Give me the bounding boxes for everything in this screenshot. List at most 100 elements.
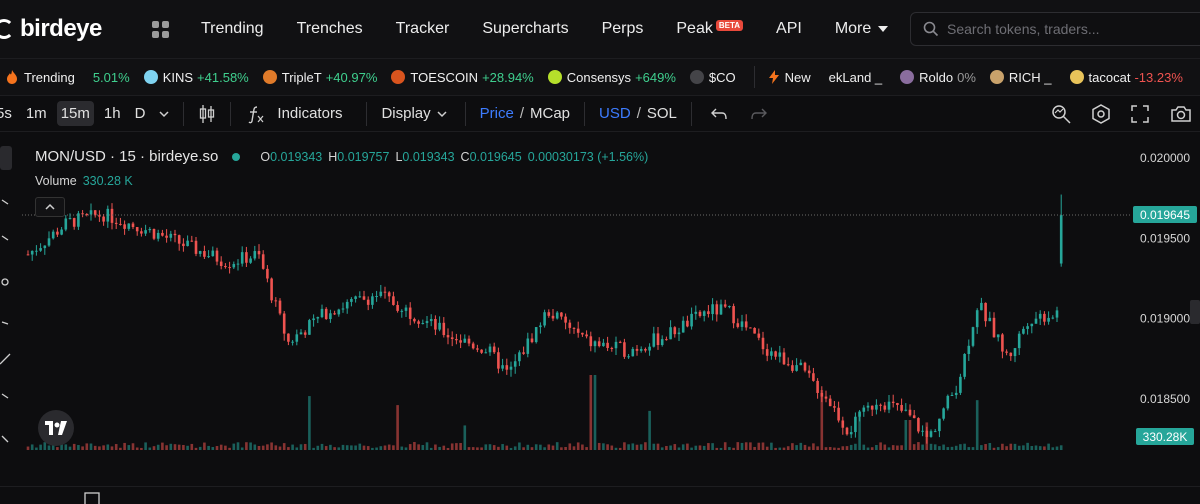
sol-option[interactable]: SOL — [647, 105, 677, 122]
undo-icon — [710, 108, 727, 119]
candle-body — [858, 411, 861, 417]
volume-bar — [631, 443, 635, 450]
volume-bar — [900, 445, 903, 450]
candle-body — [728, 306, 731, 308]
ticker-item[interactable]: $CO — [689, 70, 740, 85]
calendar-icon[interactable] — [84, 491, 100, 504]
volume-bar — [270, 442, 273, 450]
candle-body — [471, 343, 475, 349]
right-scroll-handle — [1190, 300, 1200, 324]
ohlc-open: O0.019343 — [260, 149, 323, 164]
redo-icon — [751, 108, 767, 119]
candle-body — [362, 296, 366, 300]
birdeye-logo[interactable]: birdeye — [0, 15, 144, 43]
screenshot-button[interactable] — [1170, 96, 1192, 132]
ticker-item[interactable]: RICH _ — [989, 70, 1056, 85]
candle-body — [89, 210, 93, 215]
candle-style-button[interactable] — [198, 104, 216, 124]
settings-button[interactable] — [1090, 96, 1112, 132]
volume-bar — [366, 446, 370, 450]
price-tick-label: 0.020000 — [1140, 151, 1190, 165]
timeframe-1m[interactable]: 1m — [26, 105, 47, 122]
timeframe-dropdown[interactable] — [159, 110, 169, 118]
volume-bar — [627, 444, 630, 450]
symbol-title[interactable]: MON/USD · 15 · birdeye.so — [35, 148, 218, 165]
volume-bar — [782, 447, 786, 450]
zoom-tool-button[interactable] — [1050, 96, 1072, 132]
volume-bar — [459, 442, 462, 450]
display-button[interactable]: Display — [381, 105, 447, 122]
candle-body — [354, 296, 357, 299]
candle-body — [442, 322, 446, 336]
divider — [690, 101, 692, 126]
nav-trending[interactable]: Trending — [201, 20, 264, 38]
volume-bar — [778, 447, 782, 450]
apps-grid-icon[interactable] — [152, 20, 169, 38]
volume-bar — [173, 444, 177, 450]
ticker-item[interactable]: TOESCOIN +28.94% — [391, 70, 534, 85]
timeframe-d[interactable]: D — [135, 105, 146, 122]
candle-body — [786, 364, 790, 366]
nav-supercharts[interactable]: Supercharts — [482, 20, 568, 38]
candle-body — [392, 296, 395, 305]
redo-button[interactable] — [750, 107, 768, 121]
volume-bar — [711, 443, 714, 450]
ticker-item[interactable]: TripleT +40.97% — [262, 70, 377, 85]
volume-bar — [883, 444, 887, 450]
price-option[interactable]: Price — [480, 105, 514, 122]
candle-body — [551, 315, 555, 319]
indicators-button[interactable]: Indicators — [245, 104, 342, 124]
candle-body — [572, 327, 576, 329]
volume-bar — [198, 446, 202, 450]
volume-bar — [833, 447, 836, 450]
volume-bar — [1034, 445, 1038, 450]
usd-option[interactable]: USD — [599, 105, 631, 122]
collapse-legend-button[interactable] — [35, 197, 65, 217]
trending-label[interactable]: Trending — [6, 70, 79, 85]
nav-trenches[interactable]: Trenches — [297, 20, 363, 38]
volume-bar — [274, 445, 278, 450]
nav-more[interactable]: More — [835, 20, 889, 38]
currency-toggle[interactable]: USD / SOL — [599, 105, 677, 122]
volume-bar — [526, 444, 530, 450]
ticker-item[interactable]: KINS +41.58% — [143, 70, 249, 85]
ticker-item[interactable]: Roldo 0% — [900, 70, 976, 85]
candle-body — [492, 346, 496, 353]
volume-bar — [988, 442, 992, 450]
volume-bar — [1022, 445, 1025, 450]
undo-button[interactable] — [710, 107, 728, 121]
price-chart[interactable]: 0.0200000.0195000.0190000.018500 2706:15… — [0, 132, 1200, 462]
tradingview-logo-icon[interactable] — [38, 410, 74, 446]
nav-tracker[interactable]: Tracker — [396, 20, 450, 38]
timeframe-15m[interactable]: 15m — [56, 101, 94, 126]
nav-peak[interactable]: Peak BETA — [676, 19, 744, 38]
candle-body — [43, 245, 47, 249]
volume-bar — [547, 444, 551, 450]
ohlc-close: C0.019645 — [460, 149, 522, 164]
volume-bar — [371, 447, 374, 450]
ticker-item[interactable]: 5.01% — [93, 70, 130, 85]
new-label[interactable]: New — [768, 70, 815, 85]
candle-body — [770, 351, 773, 356]
price-mcap-toggle[interactable]: Price / MCap — [480, 105, 570, 122]
search-input[interactable] — [947, 21, 1187, 37]
ticker-item[interactable]: tacocat -13.23% — [1069, 70, 1183, 85]
timeframe-1h[interactable]: 1h — [104, 105, 121, 122]
timeframe-5s[interactable]: 5s — [0, 105, 12, 122]
fullscreen-button[interactable] — [1130, 96, 1150, 132]
mcap-option[interactable]: MCap — [530, 105, 570, 122]
volume-bar — [211, 447, 215, 450]
candle — [152, 228, 156, 241]
volume-bar — [543, 447, 546, 450]
search-box[interactable] — [910, 12, 1200, 46]
nav-perps[interactable]: Perps — [602, 20, 644, 38]
candle-body — [413, 318, 416, 322]
candle — [278, 298, 282, 316]
volume-bar — [446, 447, 450, 450]
candle-body — [539, 325, 542, 328]
nav-api[interactable]: API — [776, 20, 802, 38]
candle-body — [421, 323, 425, 325]
volume-bar — [182, 444, 185, 450]
ticker-item[interactable]: ekLand _ — [829, 70, 887, 85]
ticker-item[interactable]: Consensys +649% — [547, 70, 676, 85]
